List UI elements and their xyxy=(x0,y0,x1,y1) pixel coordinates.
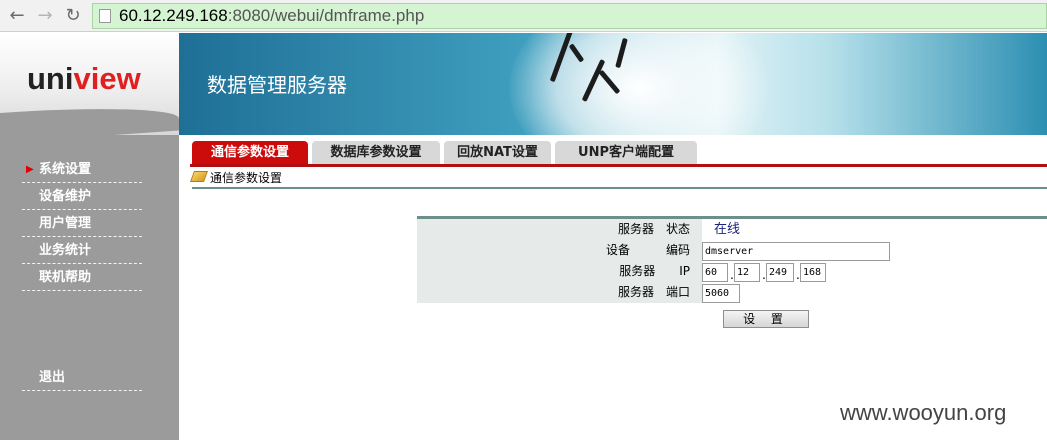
arrow-right-icon: ▶ xyxy=(26,164,34,175)
port-input[interactable]: 5060 xyxy=(702,284,740,303)
sidebar-item-system-settings[interactable]: ▶ 系统设置 xyxy=(22,156,142,183)
divider xyxy=(192,187,1047,189)
ip-octet-2-input[interactable]: 12 xyxy=(734,263,760,282)
ip-octet-4-input[interactable]: 168 xyxy=(800,263,826,282)
back-icon[interactable]: ← xyxy=(6,5,28,27)
form-row-status: 服务器 状态 在线 xyxy=(417,219,1047,240)
tab-playback-nat[interactable]: 回放NAT设置 xyxy=(444,141,551,164)
comm-params-form: 服务器 状态 在线 设备 编码 dmserver 服务器 IP 60 . 12 … xyxy=(417,216,1047,303)
set-button[interactable]: 设 置 xyxy=(723,310,809,328)
sidebar-item-user-management[interactable]: 用户管理 xyxy=(22,210,142,237)
logout-link[interactable]: 退出 xyxy=(22,364,142,391)
address-bar[interactable]: 60.12.249.168:8080/webui/dmframe.php xyxy=(92,3,1047,29)
ip-label: 服务器 IP xyxy=(417,261,702,282)
folder-icon xyxy=(189,171,209,182)
url-host: 60.12.249.168 xyxy=(119,6,228,25)
page-icon xyxy=(99,9,111,23)
device-code-input[interactable]: dmserver xyxy=(702,242,890,261)
watermark: www.wooyun.org xyxy=(840,400,1007,425)
header-banner: 数据管理服务器 xyxy=(179,33,1047,135)
page-title: 数据管理服务器 xyxy=(207,73,347,97)
status-label: 服务器 状态 xyxy=(417,219,702,240)
tab-comm-params[interactable]: 通信参数设置 xyxy=(192,141,308,164)
sidebar-menu: ▶ 系统设置 设备维护 用户管理 业务统计 联机帮助 xyxy=(22,156,142,291)
reload-icon[interactable]: ↻ xyxy=(62,5,84,27)
tab-unp-client[interactable]: UNP客户端配置 xyxy=(555,141,697,164)
url-path: :8080/webui/dmframe.php xyxy=(227,6,425,25)
tab-db-params[interactable]: 数据库参数设置 xyxy=(312,141,440,164)
port-label: 服务器 端口 xyxy=(417,282,702,303)
sidebar-item-online-help[interactable]: 联机帮助 xyxy=(22,264,142,291)
forward-icon[interactable]: → xyxy=(34,5,56,27)
browser-toolbar: ← → ↻ 60.12.249.168:8080/webui/dmframe.p… xyxy=(0,0,1047,32)
form-row-ip: 服务器 IP 60 . 12 . 249 . 168 xyxy=(417,261,1047,282)
device-code-label: 设备 编码 xyxy=(417,240,702,261)
sidebar-item-business-stats[interactable]: 业务统计 xyxy=(22,237,142,264)
tab-underline xyxy=(190,164,1047,167)
ip-octet-3-input[interactable]: 249 xyxy=(766,263,794,282)
form-row-device-code: 设备 编码 dmserver xyxy=(417,240,1047,261)
breadcrumb: 通信参数设置 xyxy=(189,170,282,186)
uniview-logo: uniview xyxy=(27,61,141,96)
status-value: 在线 xyxy=(714,222,741,237)
ip-octet-1-input[interactable]: 60 xyxy=(702,263,728,282)
sidebar-item-device-maintenance[interactable]: 设备维护 xyxy=(22,183,142,210)
form-row-port: 服务器 端口 5060 xyxy=(417,282,1047,303)
